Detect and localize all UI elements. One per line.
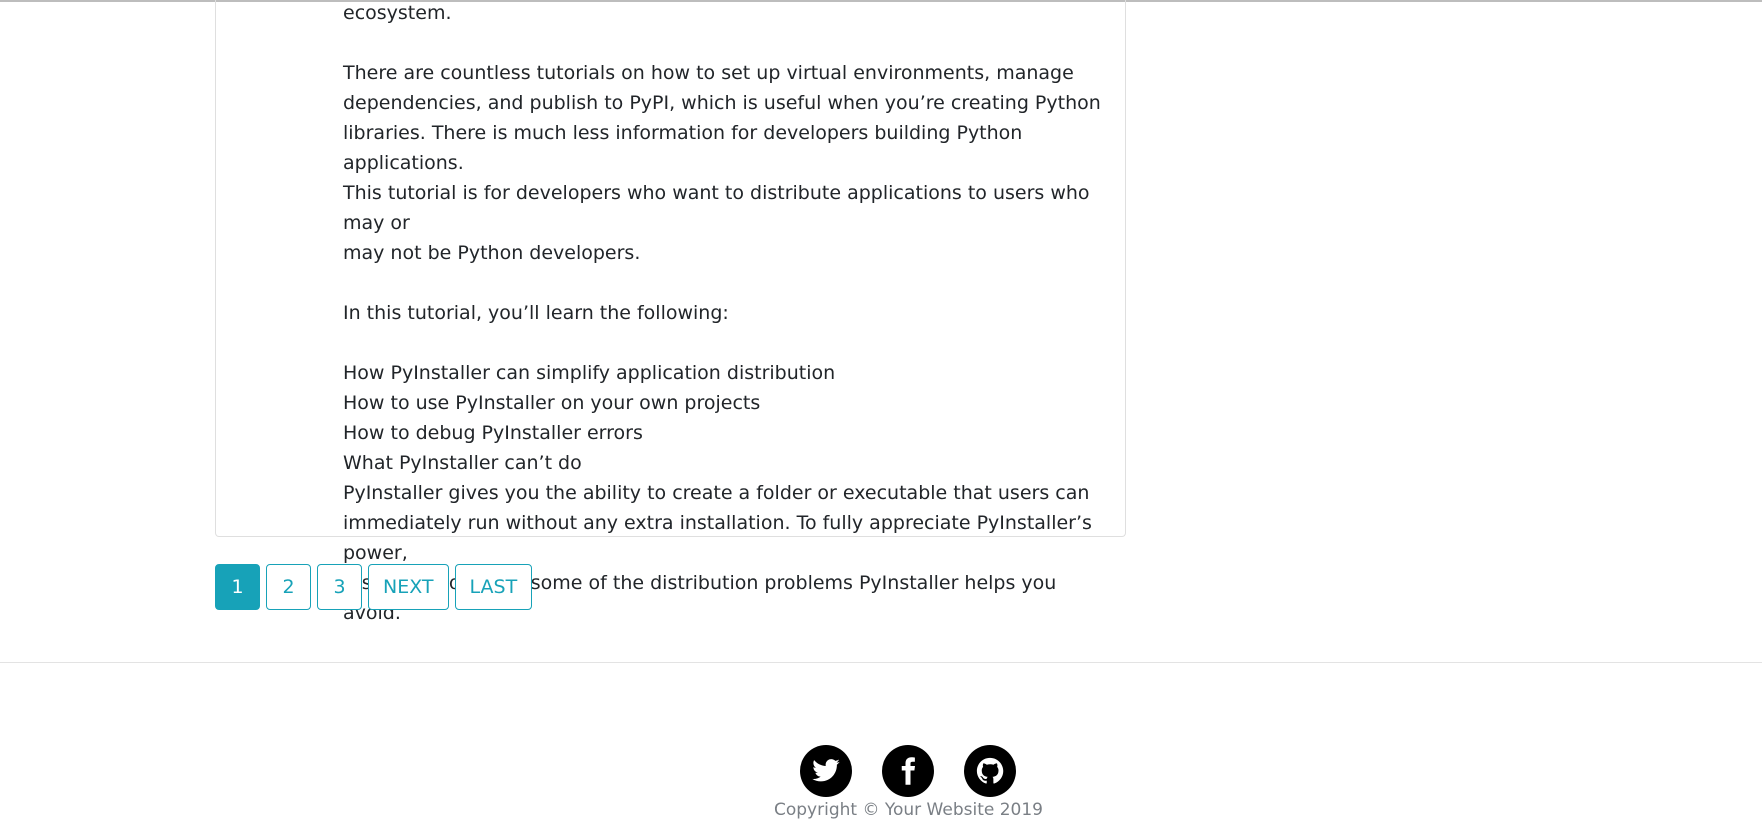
twitter-icon — [812, 759, 840, 782]
list-item: How to debug PyInstaller errors — [343, 422, 643, 444]
paragraph-line: may not be Python developers. — [343, 242, 641, 264]
page-button-2[interactable]: 2 — [266, 564, 311, 610]
article-paragraph-0: ecosystem. — [343, 2, 452, 24]
page-button-1[interactable]: 1 — [215, 564, 260, 610]
paragraph-line: There are countless tutorials on how to … — [343, 62, 1074, 84]
paragraph-line: immediately run without any extra instal… — [343, 512, 1092, 564]
article-body: ecosystem. There are countless tutorials… — [343, 0, 1108, 628]
learning-list: How PyInstaller can simplify application… — [343, 358, 1108, 478]
list-item: How to use PyInstaller on your own proje… — [343, 392, 761, 414]
page-button-3[interactable]: 3 — [317, 564, 362, 610]
facebook-icon — [901, 757, 915, 785]
footer-divider — [0, 662, 1762, 663]
last-page-button[interactable]: LAST — [454, 564, 533, 610]
list-item: How PyInstaller can simplify application… — [343, 362, 836, 384]
twitter-link[interactable] — [800, 745, 852, 797]
github-link[interactable] — [964, 745, 1016, 797]
paragraph-line: libraries. There is much less informatio… — [343, 122, 1023, 174]
copyright-text: Copyright © Your Website 2019 — [773, 800, 1043, 820]
paragraph-line: PyInstaller gives you the ability to cre… — [343, 482, 1090, 504]
article-paragraph-1: There are countless tutorials on how to … — [343, 58, 1108, 268]
next-page-button[interactable]: NEXT — [368, 564, 449, 610]
list-item: What PyInstaller can’t do — [343, 452, 582, 474]
pagination: 1 2 3 NEXT LAST — [215, 564, 533, 610]
article-paragraph-2: In this tutorial, you’ll learn the follo… — [343, 302, 729, 324]
paragraph-line: dependencies, and publish to PyPI, which… — [343, 92, 1101, 114]
social-links — [800, 745, 1016, 797]
facebook-link[interactable] — [882, 745, 934, 797]
github-icon — [976, 757, 1004, 784]
paragraph-line: This tutorial is for developers who want… — [343, 182, 1090, 234]
